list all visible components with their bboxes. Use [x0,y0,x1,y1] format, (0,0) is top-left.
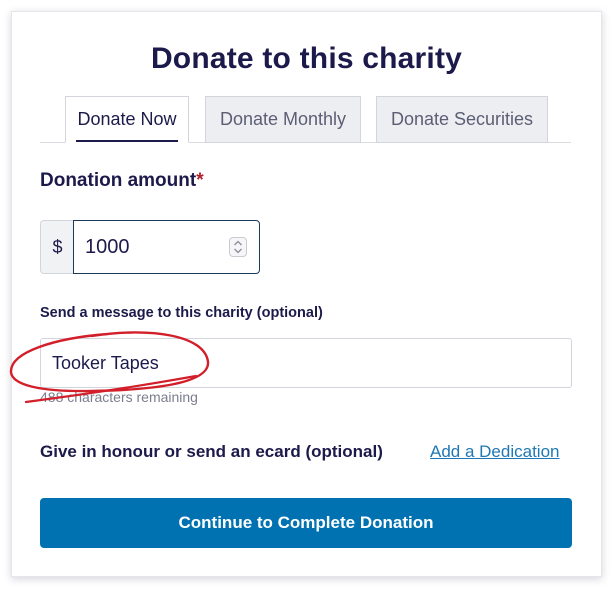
tab-donate-now[interactable]: Donate Now [65,96,189,143]
donation-amount-label: Donation amount* [40,170,204,192]
continue-donation-button[interactable]: Continue to Complete Donation [40,498,572,548]
tab-donate-monthly[interactable]: Donate Monthly [205,96,361,143]
donation-amount-value: 1000 [85,235,130,258]
tab-donate-securities[interactable]: Donate Securities [376,96,548,143]
currency-symbol: $ [40,220,74,274]
number-stepper[interactable] [229,237,247,257]
message-label: Send a message to this charity (optional… [40,305,323,321]
stepper-arrows-icon [234,240,242,254]
message-input-value: Tooker Tapes [52,352,159,373]
message-input[interactable]: Tooker Tapes [40,338,572,388]
dedication-label: Give in honour or send an ecard (optiona… [40,442,383,461]
add-dedication-link[interactable]: Add a Dedication [430,442,559,462]
page-title: Donate to this charity [150,42,463,75]
tab-donate-securities-label: Donate Securities [390,109,534,129]
tab-donate-now-label: Donate Now [77,109,177,129]
donation-amount-input[interactable]: 1000 [73,220,260,274]
active-tab-underline [76,140,178,142]
required-mark: * [196,170,204,191]
tab-donate-monthly-label: Donate Monthly [219,109,347,129]
characters-remaining: 488 characters remaining [40,389,198,405]
donation-amount-label-text: Donation amount [40,170,197,191]
